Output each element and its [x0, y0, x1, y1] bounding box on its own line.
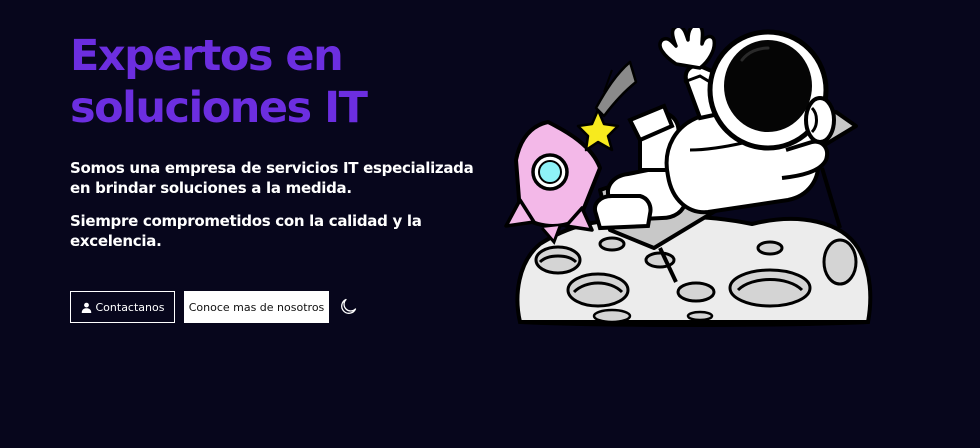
moon [515, 214, 873, 327]
astronaut-illustration [504, 28, 873, 327]
about-us-button[interactable]: Conoce mas de nosotros [184, 291, 329, 323]
hero-title-line-1: Expertos en [70, 31, 344, 81]
about-us-button-label: Conoce mas de nosotros [188, 300, 325, 314]
hero-section: Expertos en soluciones IT Somos una empr… [0, 0, 980, 448]
hero-title: Expertos en soluciones IT [70, 30, 368, 134]
user-icon [81, 302, 92, 313]
hero-tagline: Siempre comprometidos con la calidad y l… [70, 212, 422, 250]
shooting-star [576, 60, 638, 152]
rocket [504, 120, 602, 245]
theme-toggle[interactable] [338, 297, 358, 317]
astronaut [593, 28, 836, 231]
moon-icon [341, 298, 357, 314]
contact-button-label: Contactanos [95, 300, 165, 314]
contact-button[interactable]: Contactanos [70, 291, 175, 323]
hero-description: Somos una empresa de servicios IT especi… [70, 159, 474, 197]
hero-title-line-2: soluciones IT [70, 83, 368, 133]
